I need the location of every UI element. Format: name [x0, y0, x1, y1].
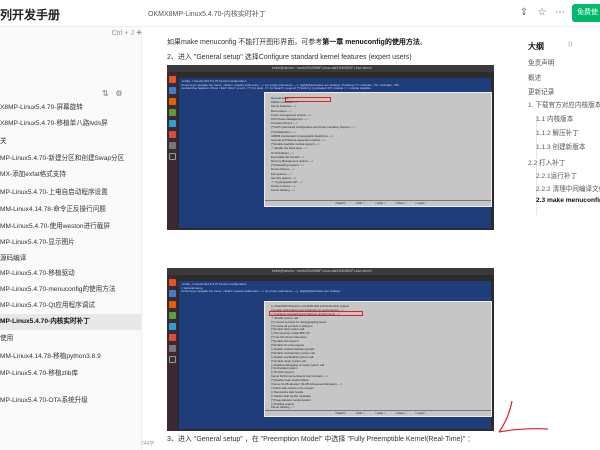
outline-item[interactable]: 2.2 打入补丁 — [528, 157, 565, 167]
ubuntu-icon — [168, 279, 176, 286]
terminal-header-line: Arrow keys navigate the menu. <Enter> se… — [181, 289, 341, 294]
screenshot-window-title: forlinx@ubuntu: ~/work/OKMX8MP-Linux-sdk… — [272, 269, 372, 273]
firefox-icon — [168, 301, 176, 308]
menuconfig-button: < Exit > — [355, 201, 365, 205]
sidebar-item[interactable]: MP-Linux5.4.70-OTA系统升级 — [0, 393, 141, 409]
sidebar-item[interactable]: MP-Linux5.4.70-新建分区和创建Swap分区 — [0, 151, 141, 167]
sidebar-item[interactable]: 源码编译 — [0, 251, 141, 267]
menuconfig-dialog: <Select> < Exit > < Help > < Save > < Load >… — [264, 301, 492, 417]
outline-item[interactable]: 1.1.3 创建新版本 — [536, 141, 585, 151]
ubuntu-launcher — [167, 72, 177, 230]
outline-item[interactable]: 2.3 make menuconfig — [536, 197, 600, 204]
terminal-header-line: modularizes features. Press <Esc><Esc> t… — [181, 86, 371, 91]
ubuntu-icon — [168, 76, 176, 83]
files-icon — [168, 290, 176, 297]
sort-icon[interactable]: ⇅ — [102, 89, 109, 98]
sidebar-tools: ⇅ ⚙ — [102, 89, 123, 98]
sidebar-search[interactable]: Ctrl + J + — [0, 27, 142, 43]
search-shortcut: Ctrl + J — [111, 30, 134, 37]
terminal-window: .config - Linux/arm64 5.4.70 Kernel Conf… — [179, 78, 492, 228]
terminal-header: .config - Linux/arm64 5.4.70 Kernel Conf… — [181, 282, 341, 294]
menuconfig-screenshot-2[interactable]: forlinx@ubuntu: ~/work/OKMX8MP-Linux-sdk… — [167, 268, 494, 431]
ubuntu-launcher — [167, 275, 177, 431]
intro-paragraph: 如果make menuconfig 不能打开图形界面，可参考第一章 menuco… — [167, 39, 427, 46]
menuconfig-dialog: <Select> < Exit > < Help > < Save > < Load >… — [264, 92, 492, 207]
collapse-icon[interactable]: ⟨⟩ — [568, 41, 573, 48]
sidebar-item[interactable]: MM-Linux4.14.78-移植python3.8.9 — [0, 349, 141, 365]
outline-item[interactable]: 1.1.2 解压补丁 — [536, 127, 579, 137]
terminal-icon — [168, 153, 176, 160]
sidebar-item[interactable]: MP-Linux5.4.70-上电自启动程序设置 — [0, 185, 141, 201]
step-2-text: 2、进入 "General setup" 选择Configure standar… — [167, 54, 412, 61]
document-title: OKMX8MP-Linux5.4.70-内核实时补丁 — [148, 11, 266, 18]
software-icon — [168, 131, 176, 138]
menuconfig-button: < Load > — [415, 201, 427, 205]
dialog-button-bar: <Select> < Exit > < Help > < Save > < Load > — [265, 410, 491, 416]
writer-icon — [168, 120, 176, 127]
outline-item[interactable]: 免责声明 — [528, 57, 554, 67]
outline-title: 大纲 — [528, 42, 544, 51]
dialog-button-bar: <Select> < Exit > < Help > < Save > < Load > — [265, 200, 491, 206]
outline-item[interactable]: 1.1 内核版本 — [536, 113, 573, 123]
menuconfig-button: <Select> — [335, 201, 347, 205]
menuconfig-button: <Select> — [335, 411, 347, 415]
free-use-button[interactable]: 免费使 — [572, 4, 600, 22]
sidebar-item[interactable]: X8MP-Linux5.4.70-屏幕旋转 — [0, 100, 141, 116]
software-icon — [168, 334, 176, 341]
menuconfig-button: < Help > — [375, 411, 386, 415]
outline-item[interactable]: 2.2.1运行补丁 — [536, 170, 577, 180]
outline-item[interactable]: 2.2.2 清理中间编译文件 — [536, 183, 600, 193]
outline-panel: 大纲 ⟨⟩ 免责声明概述更新记录 1. 下载官方对应内核版本 1.1 内核版本 1.1… — [520, 27, 600, 450]
firefox-icon — [168, 98, 176, 105]
settings-app-icon — [168, 345, 176, 352]
menuconfig-button: < Save > — [395, 201, 407, 205]
sidebar-item[interactable]: MP-Linux5.4.70-移植驱动 — [0, 266, 141, 282]
sidebar-title: 列开发手册 — [0, 8, 61, 22]
sidebar-item[interactable]: MP-Linux5.4.70-显示图片 — [0, 235, 141, 251]
top-bar: 列开发手册 OKMX8MP-Linux5.4.70-内核实时补丁 ⇪ ☆ ⋯ 免… — [0, 0, 600, 27]
menuconfig-button: < Save > — [395, 411, 407, 415]
settings-icon[interactable]: ⚙ — [115, 89, 122, 98]
sidebar-item[interactable]: 关 — [0, 134, 141, 150]
writer-icon — [168, 323, 176, 330]
sidebar-item[interactable]: MP-Linux5.4.70-Qt应用程序调试 — [0, 298, 141, 314]
terminal-icon — [168, 356, 176, 363]
terminal-header: .config - Linux/arm64 5.4.70 Kernel Conf… — [181, 79, 399, 91]
sidebar-item[interactable]: MP-Linux5.4.70-内核实时补丁 — [0, 314, 141, 330]
office-icon — [168, 312, 176, 319]
settings-app-icon — [168, 142, 176, 149]
document-body: 如果make menuconfig 不能打开图形界面，可参考第一章 menuco… — [142, 27, 520, 450]
star-icon[interactable]: ☆ — [536, 7, 548, 19]
files-icon — [168, 87, 176, 94]
menuconfig-option: Kernel hacking ---> — [271, 188, 295, 193]
menuconfig-option: Kernel hacking ---> — [271, 405, 295, 410]
office-icon — [168, 109, 176, 116]
sidebar-item[interactable]: MP-Linux5.4.70-移植zlib库 — [0, 366, 141, 382]
sidebar-item[interactable]: MP-Linux5.4.70-menuconfig的使用方法 — [0, 282, 141, 298]
outline-item[interactable]: 1. 下载官方对应内核版本 — [528, 99, 600, 109]
sidebar-item[interactable]: X8MP-Linux5.4.70-移植单八路lvds屏 — [0, 116, 141, 132]
sidebar-item[interactable]: 使用 — [0, 331, 141, 347]
share-icon[interactable]: ⇪ — [518, 7, 530, 19]
sidebar-item[interactable]: MM-Linux4.14.78-命令正反操行问题 — [0, 202, 141, 218]
outline-item[interactable]: 概述 — [528, 72, 541, 82]
intro-link[interactable]: 第一章 menuconfig的使用方法 — [322, 39, 420, 46]
sidebar-item[interactable]: MX-添加exfat格式支持 — [0, 167, 141, 183]
step-3-text: 3、进入 "General setup" ，在 "Preemption Mode… — [167, 436, 475, 443]
menuconfig-button: < Help > — [375, 201, 386, 205]
outline-item[interactable]: 更新记录 — [528, 86, 554, 96]
menuconfig-screenshot-1[interactable]: forlinx@ubuntu: ~/work/OKMX8MP-Linux-sdk… — [167, 65, 494, 230]
more-icon[interactable]: ⋯ — [554, 7, 566, 19]
menuconfig-button: < Load > — [415, 411, 427, 415]
menuconfig-button: < Exit > — [355, 411, 365, 415]
screenshot-window-title: forlinx@ubuntu: ~/work/OKMX8MP-Linux-sdk… — [272, 66, 372, 70]
sidebar-item[interactable]: MM-Linux5.4.70-使用weston进行截屏 — [0, 219, 141, 235]
terminal-window: .config - Linux/arm64 5.4.70 Kernel Conf… — [179, 281, 492, 429]
